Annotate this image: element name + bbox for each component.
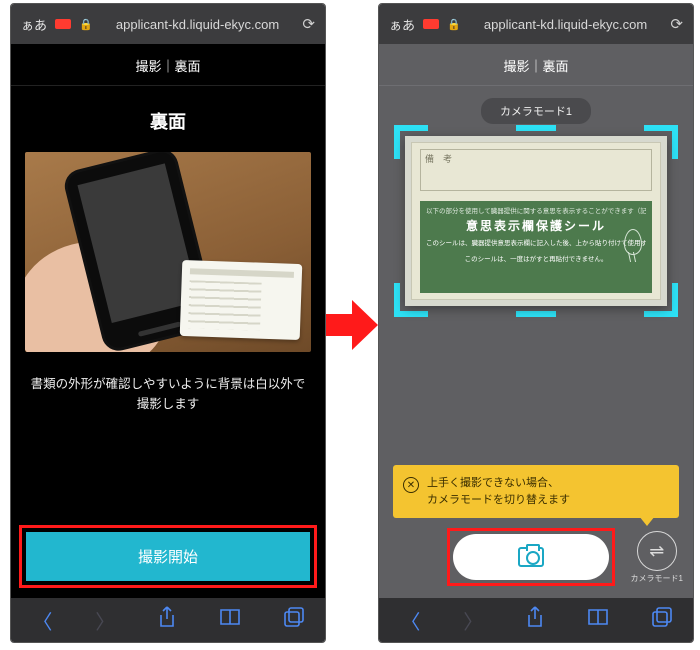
- lock-icon: 🔒: [447, 18, 461, 31]
- tip-banner: ✕ 上手く撮影できない場合、 カメラモードを切り替えます: [393, 465, 679, 518]
- text-size-control[interactable]: ぁあ: [21, 15, 47, 34]
- tip-tail-icon: [639, 516, 655, 526]
- phone-screen-right: ぁあ 🔒 applicant-kd.liquid-ekyc.com ⟳ 撮影｜裏…: [378, 3, 694, 643]
- tip-text-line1: 上手く撮影できない場合、: [427, 477, 559, 489]
- browser-bottom-bar: 〈 〉: [11, 598, 325, 642]
- tabs-icon[interactable]: [284, 607, 304, 633]
- shutter-button[interactable]: [453, 534, 609, 580]
- recording-indicator-icon: [423, 19, 439, 29]
- browser-bottom-bar: 〈 〉: [379, 598, 693, 642]
- browser-top-bar: ぁあ 🔒 applicant-kd.liquid-ekyc.com ⟳: [11, 4, 325, 44]
- url-text[interactable]: applicant-kd.liquid-ekyc.com: [101, 17, 295, 32]
- highlight-box: 撮影開始: [19, 525, 317, 588]
- phone-screen-left: ぁあ 🔒 applicant-kd.liquid-ekyc.com ⟳ 撮影｜裏…: [10, 3, 326, 643]
- camera-mode-pill: カメラモード1: [481, 98, 591, 124]
- mode-switch-label: カメラモード1: [631, 573, 683, 584]
- ribbon-icon: [624, 229, 642, 255]
- remarks-box: 備 考: [420, 149, 652, 191]
- url-text[interactable]: applicant-kd.liquid-ekyc.com: [469, 17, 663, 32]
- tabs-icon[interactable]: [652, 607, 672, 633]
- share-icon[interactable]: [158, 606, 176, 634]
- capture-frame: 備 考 以下の部分を使用して臓器提供に関する意思を表示することができます（記入は…: [397, 128, 675, 314]
- back-icon[interactable]: 〈: [400, 606, 420, 635]
- close-tip-icon[interactable]: ✕: [403, 477, 419, 493]
- instruction-text: 書類の外形が確認しやすいように背景は白以外で撮影します: [27, 374, 309, 414]
- camera-icon: [518, 547, 544, 567]
- reload-icon[interactable]: ⟳: [302, 15, 315, 33]
- reload-icon[interactable]: ⟳: [670, 15, 683, 33]
- page-title: 撮影｜裏面: [11, 44, 325, 86]
- bookmarks-icon[interactable]: [219, 608, 241, 632]
- back-icon[interactable]: 〈: [32, 606, 52, 635]
- page-content-right: 撮影｜裏面 カメラモード1 備 考 以下の部分を使用して臓器提供に関する意思を表…: [379, 44, 693, 598]
- camera-mode-switch[interactable]: ⇌ カメラモード1: [631, 531, 683, 584]
- forward-icon: 〉: [95, 606, 115, 635]
- bookmarks-icon[interactable]: [587, 608, 609, 632]
- forward-icon: 〉: [463, 606, 483, 635]
- page-title: 撮影｜裏面: [379, 44, 693, 86]
- id-card-back: 備 考 以下の部分を使用して臓器提供に関する意思を表示することができます（記入は…: [405, 136, 667, 306]
- share-icon[interactable]: [526, 606, 544, 634]
- organ-donor-sticker: 以下の部分を使用して臓器提供に関する意思を表示することができます（記入は自由です…: [420, 201, 652, 293]
- card-illustration: [180, 260, 303, 340]
- demo-photo: [25, 152, 311, 352]
- page-content-left: 撮影｜裏面 裏面 書類の外形が確認しやすいように背景は白以外で撮影します 撮影開…: [11, 44, 325, 598]
- recording-indicator-icon: [55, 19, 71, 29]
- swap-icon: ⇌: [637, 531, 677, 571]
- start-capture-button[interactable]: 撮影開始: [26, 532, 310, 581]
- text-size-control[interactable]: ぁあ: [389, 15, 415, 34]
- lock-icon: 🔒: [79, 18, 93, 31]
- section-title: 裏面: [11, 108, 325, 134]
- tip-text-line2: カメラモードを切り替えます: [427, 494, 570, 506]
- highlight-box: [447, 528, 615, 586]
- browser-top-bar: ぁあ 🔒 applicant-kd.liquid-ekyc.com ⟳: [379, 4, 693, 44]
